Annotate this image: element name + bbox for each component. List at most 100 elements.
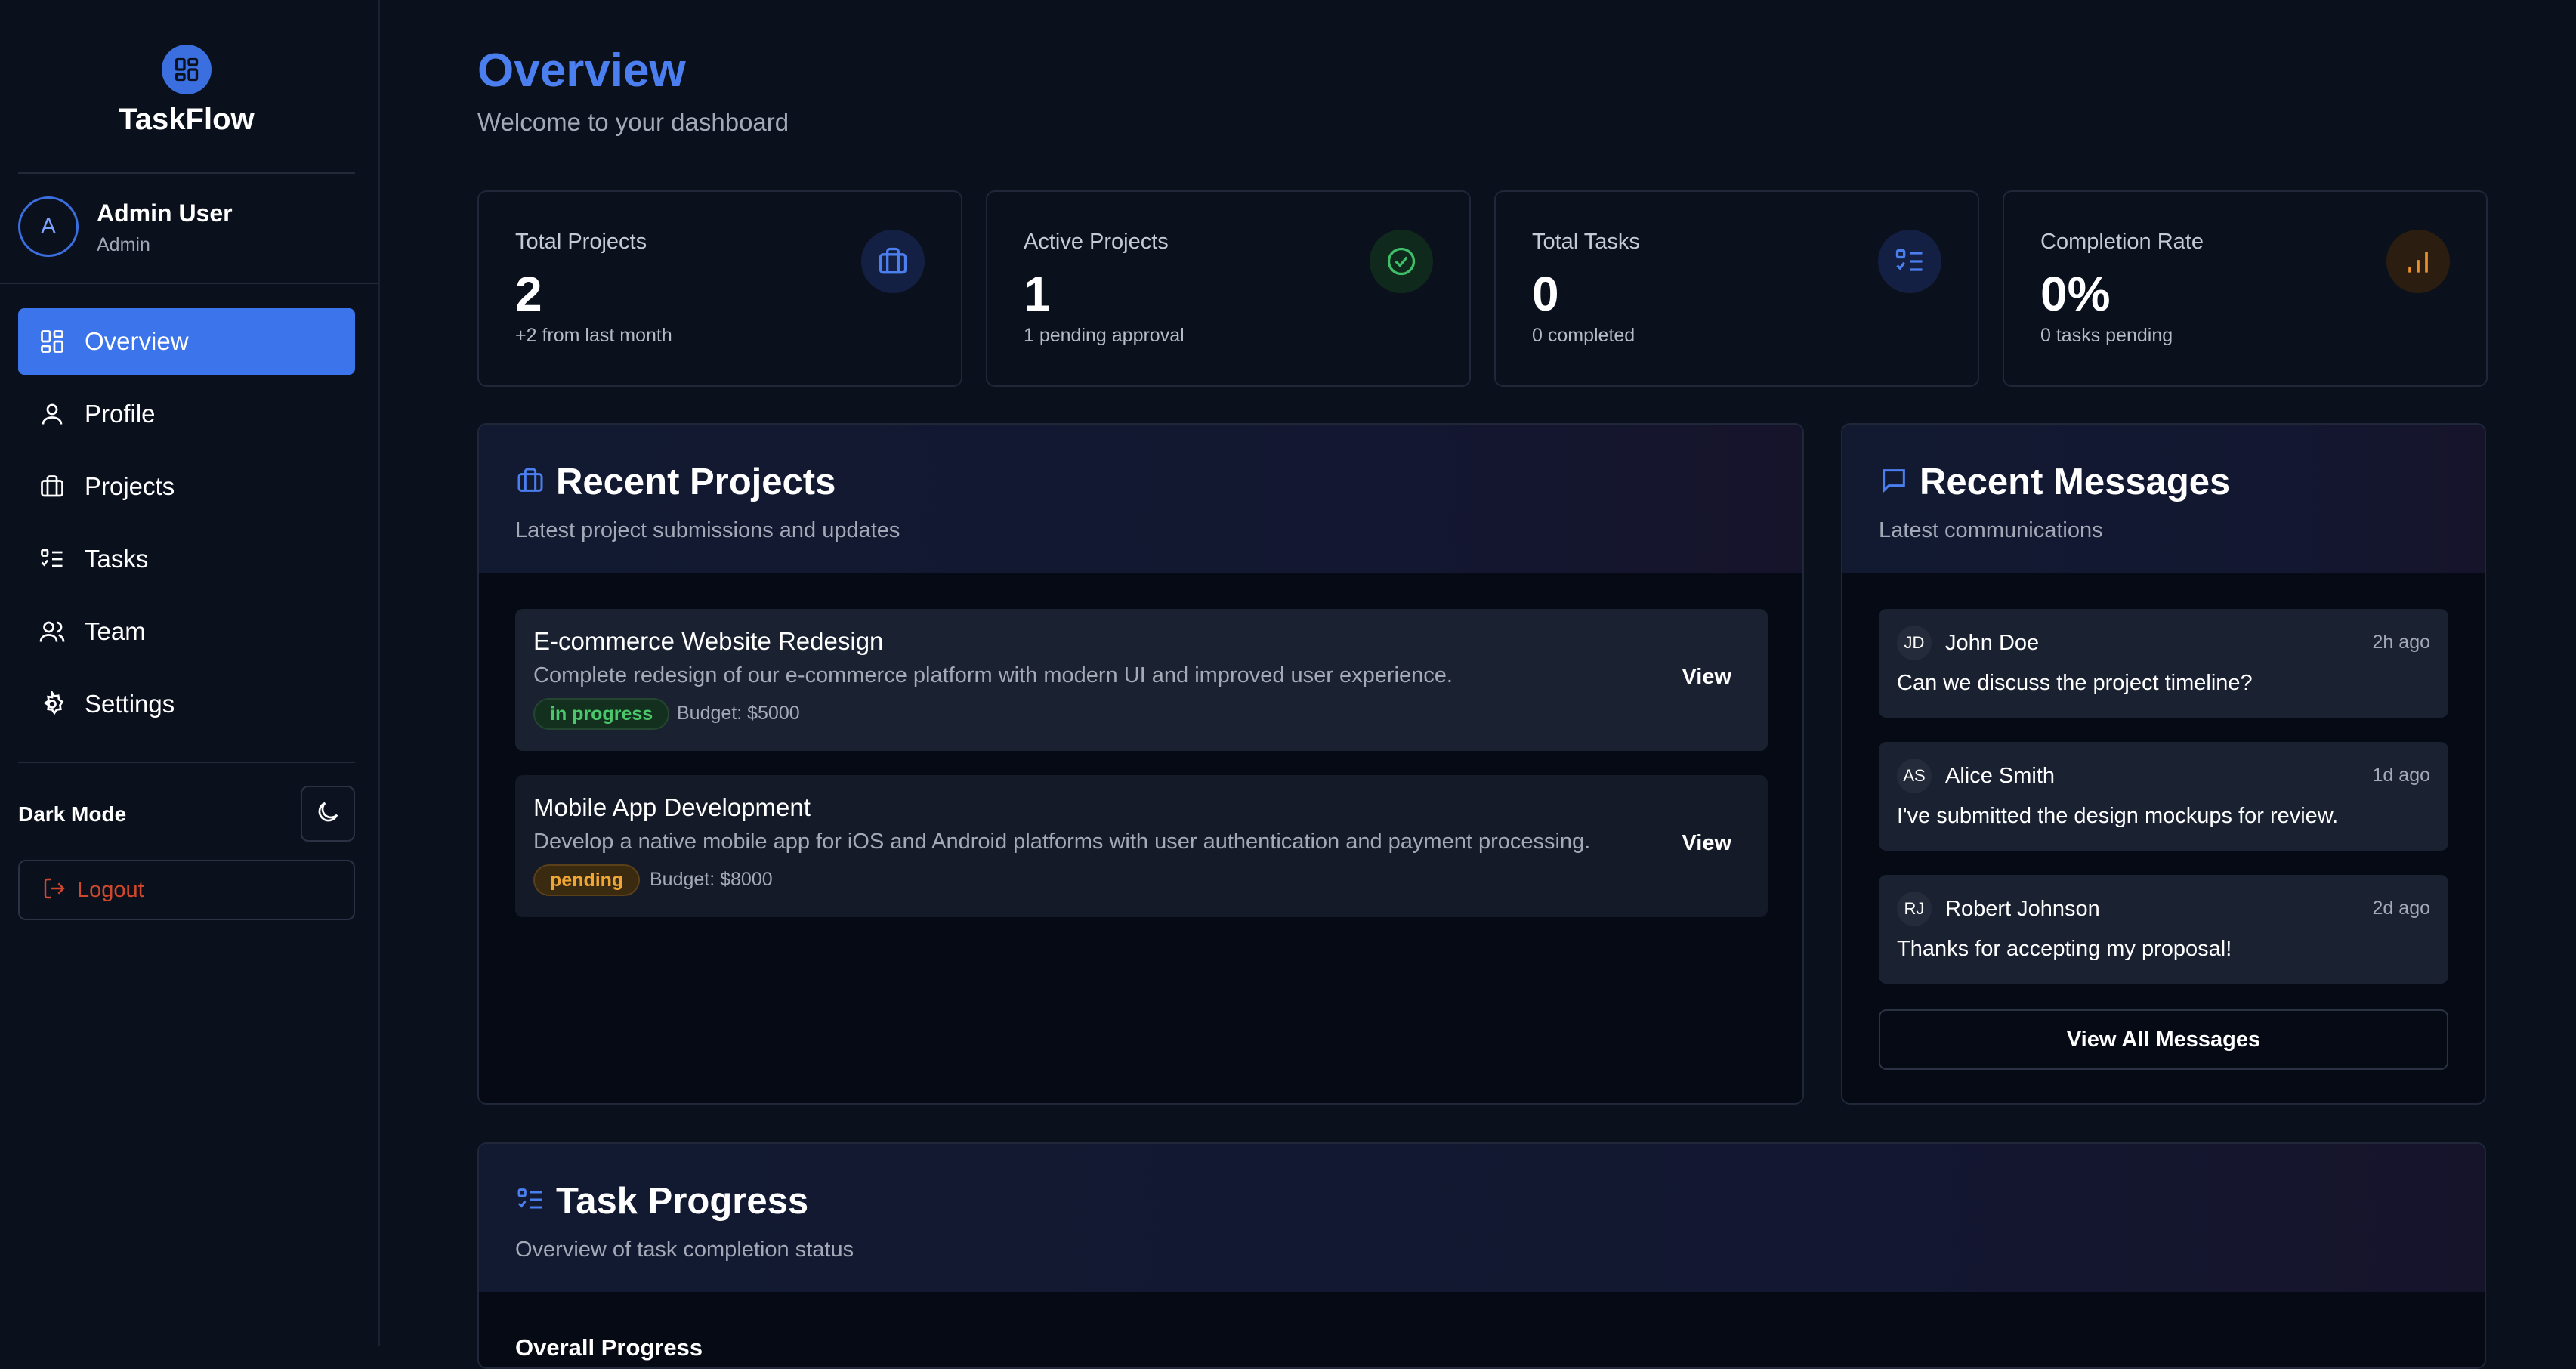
stat-value: 0 (1532, 267, 1559, 321)
briefcase-icon (861, 230, 925, 293)
message-time: 2d ago (2372, 898, 2430, 919)
dashboard-grid-icon (162, 45, 212, 94)
sidebar-item-label: Overview (85, 327, 189, 355)
message-item[interactable]: AS Alice Smith 1d ago I've submitted the… (1879, 742, 2448, 851)
stat-card-active-projects: Active Projects 1 1 pending approval (986, 190, 1471, 387)
card-title-text: Recent Projects (556, 462, 836, 502)
message-time: 2h ago (2372, 632, 2430, 653)
dashboard-grid-icon (38, 327, 66, 356)
project-description: Complete redesign of our e-commerce plat… (533, 663, 1453, 688)
card-header: Recent Messages Latest communications (1842, 425, 2485, 573)
sidebar-item-profile[interactable]: Profile (18, 381, 355, 447)
sidebar-item-projects[interactable]: Projects (18, 453, 355, 520)
page-title: Overview (477, 45, 686, 97)
sidebar-item-label: Settings (85, 690, 175, 718)
project-budget: Budget: $5000 (677, 703, 800, 724)
avatar: RJ (1897, 892, 1932, 926)
check-circle-icon (1370, 230, 1433, 293)
divider (0, 283, 378, 284)
page-subtitle: Welcome to your dashboard (477, 108, 789, 136)
user-name: Admin User (97, 199, 233, 227)
checklist-icon (38, 545, 66, 573)
users-icon (38, 617, 66, 646)
view-all-messages-button[interactable]: View All Messages (1879, 1009, 2448, 1070)
dark-mode-row: Dark Mode (18, 786, 355, 843)
stat-value: 2 (515, 267, 542, 321)
card-header: Task Progress Overview of task completio… (479, 1144, 2485, 1292)
avatar: JD (1897, 626, 1932, 660)
stat-value: 0% (2040, 267, 2111, 321)
view-project-button[interactable]: View (1682, 665, 1731, 690)
message-time: 1d ago (2372, 765, 2430, 786)
stat-card-total-projects: Total Projects 2 +2 from last month (477, 190, 962, 387)
message-sender: John Doe (1945, 631, 2040, 655)
stat-card-completion-rate: Completion Rate 0% 0 tasks pending (2003, 190, 2488, 387)
stat-value: 1 (1024, 267, 1051, 321)
overall-progress-label: Overall Progress (515, 1334, 703, 1361)
stat-card-total-tasks: Total Tasks 0 0 completed (1494, 190, 1979, 387)
user-icon (38, 400, 66, 428)
stat-label: Total Projects (515, 230, 647, 254)
message-sender: Robert Johnson (1945, 897, 2100, 921)
user-profile: A Admin User Admin (18, 195, 355, 261)
recent-projects-card: Recent Projects Latest project submissio… (477, 423, 1804, 1105)
logout-label: Logout (77, 877, 144, 902)
avatar: AS (1897, 759, 1932, 793)
status-badge: pending (533, 864, 641, 896)
message-item[interactable]: JD John Doe 2h ago Can we discuss the pr… (1879, 609, 2448, 718)
message-text: Can we discuss the project timeline? (1897, 671, 2253, 695)
stat-subtext: +2 from last month (515, 325, 672, 346)
sidebar-item-settings[interactable]: Settings (18, 671, 355, 737)
message-text: Thanks for accepting my proposal! (1897, 937, 2232, 961)
briefcase-icon (38, 472, 66, 501)
status-badge: in progress (533, 698, 670, 730)
stat-subtext: 0 completed (1532, 325, 1635, 346)
message-sender: Alice Smith (1945, 764, 2056, 788)
avatar: A (18, 196, 79, 257)
checklist-icon (1878, 230, 1941, 293)
divider (18, 762, 355, 763)
logout-button[interactable]: Logout (18, 860, 355, 920)
project-budget: Budget: $8000 (650, 869, 773, 890)
sidebar-item-label: Projects (85, 472, 175, 500)
divider (18, 172, 355, 174)
sidebar-item-label: Team (85, 617, 146, 645)
message-text: I've submitted the design mockups for re… (1897, 804, 2339, 828)
card-title: Recent Projects (515, 461, 836, 503)
task-progress-card: Task Progress Overview of task completio… (477, 1142, 2486, 1369)
stat-subtext: 0 tasks pending (2040, 325, 2173, 346)
view-project-button[interactable]: View (1682, 831, 1731, 856)
user-role: Admin (97, 234, 150, 255)
stat-label: Completion Rate (2040, 230, 2204, 254)
sidebar-nav: Overview Profile Projects Tasks Team Set… (18, 308, 355, 743)
sidebar-item-label: Tasks (85, 545, 149, 573)
brand-title: TaskFlow (119, 103, 255, 136)
bar-chart-icon (2386, 230, 2450, 293)
card-subtitle: Latest project submissions and updates (515, 518, 900, 542)
briefcase-icon (515, 465, 545, 499)
project-title: Mobile App Development (533, 793, 811, 821)
checklist-icon (515, 1185, 545, 1219)
card-subtitle: Latest communications (1879, 518, 2103, 542)
sidebar-item-tasks[interactable]: Tasks (18, 526, 355, 592)
project-item[interactable]: Mobile App Development Develop a native … (515, 775, 1768, 917)
moon-icon (314, 799, 341, 830)
dark-mode-toggle[interactable] (301, 786, 355, 842)
recent-messages-card: Recent Messages Latest communications JD… (1841, 423, 2486, 1105)
stat-label: Total Tasks (1532, 230, 1640, 254)
stat-subtext: 1 pending approval (1024, 325, 1185, 346)
card-subtitle: Overview of task completion status (515, 1238, 854, 1262)
gear-icon (38, 690, 66, 718)
logout-icon (42, 876, 66, 904)
stat-label: Active Projects (1024, 230, 1169, 254)
message-item[interactable]: RJ Robert Johnson 2d ago Thanks for acce… (1879, 875, 2448, 984)
card-title: Task Progress (515, 1180, 808, 1222)
brand: TaskFlow (0, 0, 378, 172)
sidebar-item-overview[interactable]: Overview (18, 308, 355, 375)
sidebar-item-team[interactable]: Team (18, 598, 355, 665)
message-icon (1879, 465, 1909, 499)
card-title-text: Task Progress (556, 1181, 809, 1222)
project-title: E-commerce Website Redesign (533, 627, 884, 655)
card-title-text: Recent Messages (1920, 462, 2231, 502)
project-item[interactable]: E-commerce Website Redesign Complete red… (515, 609, 1768, 751)
